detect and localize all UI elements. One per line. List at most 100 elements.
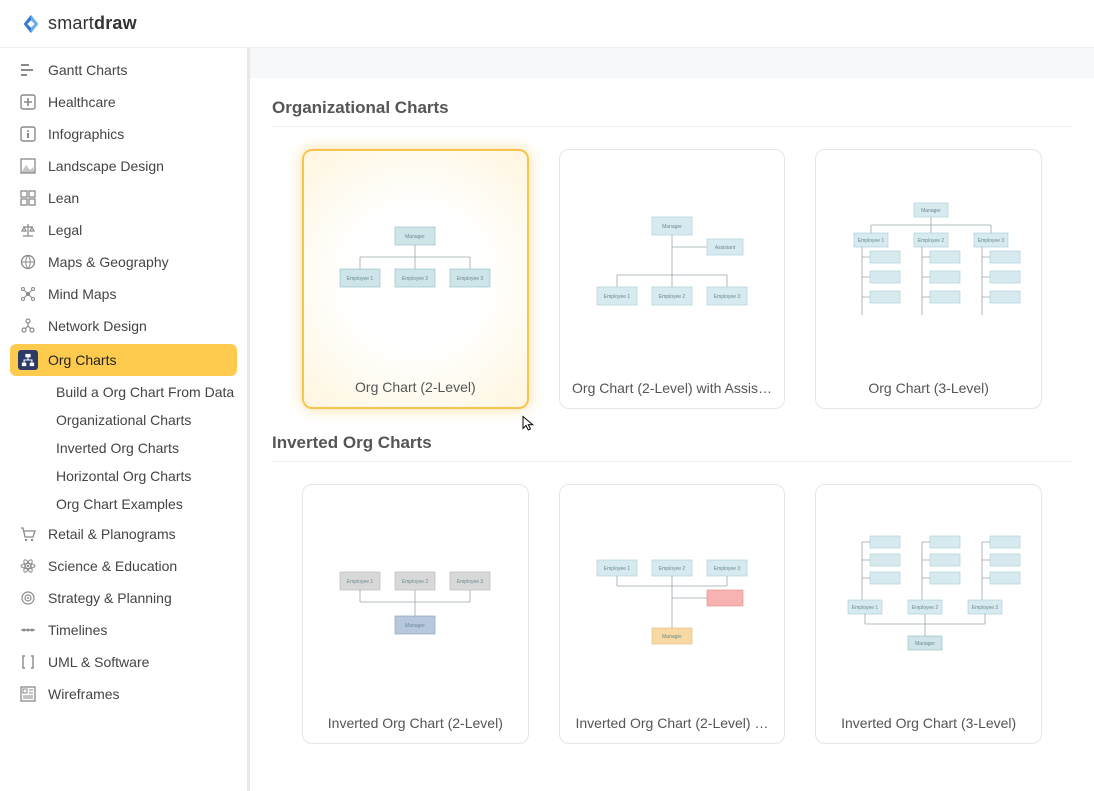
svg-text:Manager: Manager — [405, 234, 425, 240]
sidebar-item-label: Timelines — [48, 622, 107, 638]
info-icon — [18, 124, 38, 144]
sidebar-item-label: Wireframes — [48, 686, 120, 702]
svg-text:Employee 2: Employee 2 — [917, 238, 944, 244]
template-card-org-3-level[interactable]: Manager Employee 1 Employee 2 Employee 3… — [815, 149, 1042, 409]
sidebar-item-label: Strategy & Planning — [48, 590, 172, 606]
template-card-org-2-level[interactable]: Manager Employee 1 Employee 2 Employee 3… — [302, 149, 529, 409]
cart-icon — [18, 524, 38, 544]
svg-text:Employee 2: Employee 2 — [402, 276, 429, 282]
template-thumb: Manager Assistant Employee 1 Employee 2 … — [570, 164, 775, 370]
template-caption: Org Chart (2-Level) with Assis… — [572, 370, 772, 396]
org-icon — [18, 350, 38, 370]
svg-text:Employee 1: Employee 1 — [604, 566, 631, 572]
svg-text:Employee 1: Employee 1 — [347, 579, 374, 585]
sidebar-sub-horizontal-org-charts[interactable]: Horizontal Org Charts — [0, 462, 247, 490]
landscape-icon — [18, 156, 38, 176]
main-content: Organizational Charts Manager Employee 1… — [250, 48, 1094, 791]
section-title: Inverted Org Charts — [272, 433, 1072, 462]
svg-text:Employee 3: Employee 3 — [971, 605, 998, 611]
sidebar-item-label: UML & Software — [48, 654, 149, 670]
sidebar-item-label: Landscape Design — [48, 158, 164, 174]
template-caption: Inverted Org Chart (2-Level) — [328, 705, 503, 731]
brand-logo[interactable]: smartdraw — [20, 13, 137, 35]
sidebar-item-label: Legal — [48, 222, 82, 238]
sidebar-item-label: Network Design — [48, 318, 147, 334]
sidebar-item-mind-maps[interactable]: Mind Maps — [0, 278, 247, 310]
sidebar-item-legal[interactable]: Legal — [0, 214, 247, 246]
svg-text:Employee 2: Employee 2 — [402, 579, 429, 585]
svg-text:Manager: Manager — [915, 641, 935, 647]
sidebar-item-label: Gantt Charts — [48, 62, 127, 78]
svg-text:Manager: Manager — [921, 208, 941, 214]
sidebar-sub-build-from-data[interactable]: Build a Org Chart From Data — [0, 378, 247, 406]
svg-text:Employee 3: Employee 3 — [457, 276, 484, 282]
template-grid: Manager Employee 1 Employee 2 Employee 3… — [272, 149, 1072, 409]
template-grid: Employee 1 Employee 2 Employee 3 Manager… — [272, 484, 1072, 744]
sidebar-item-label: Science & Education — [48, 558, 177, 574]
template-caption: Inverted Org Chart (2-Level) … — [576, 705, 769, 731]
sidebar-item-label: Mind Maps — [48, 286, 116, 302]
template-caption: Inverted Org Chart (3-Level) — [841, 705, 1016, 731]
sidebar-item-label: Lean — [48, 190, 79, 206]
sidebar-sub-inverted-org-charts[interactable]: Inverted Org Charts — [0, 434, 247, 462]
sidebar: Gantt Charts Healthcare Infographics Lan… — [0, 48, 250, 791]
sidebar-item-maps-geography[interactable]: Maps & Geography — [0, 246, 247, 278]
svg-text:Assistant: Assistant — [715, 245, 736, 251]
app-header: smartdraw — [0, 0, 1094, 48]
template-card-inv-org-2-level-assist[interactable]: Employee 1 Employee 2 Employee 3 Manager… — [559, 484, 786, 744]
brand-text: smartdraw — [48, 13, 137, 34]
plus-icon — [18, 92, 38, 112]
mind-icon — [18, 284, 38, 304]
sidebar-item-wireframes[interactable]: Wireframes — [0, 678, 247, 710]
sidebar-item-label: Maps & Geography — [48, 254, 169, 270]
svg-text:Employee 1: Employee 1 — [857, 238, 884, 244]
sidebar-item-uml-software[interactable]: UML & Software — [0, 646, 247, 678]
svg-text:Employee 1: Employee 1 — [851, 605, 878, 611]
template-thumb: Employee 1 Employee 2 Employee 3 Manager — [826, 499, 1031, 705]
sidebar-item-timelines[interactable]: Timelines — [0, 614, 247, 646]
section-inverted-org-charts: Inverted Org Charts Employee 1 Employee … — [250, 433, 1094, 768]
svg-text:Employee 2: Employee 2 — [659, 566, 686, 572]
sidebar-item-infographics[interactable]: Infographics — [0, 118, 247, 150]
template-thumb: Employee 1 Employee 2 Employee 3 Manager — [313, 499, 518, 705]
sidebar-item-strategy-planning[interactable]: Strategy & Planning — [0, 582, 247, 614]
template-thumb: Employee 1 Employee 2 Employee 3 Manager — [570, 499, 775, 705]
gantt-icon — [18, 60, 38, 80]
template-caption: Org Chart (3-Level) — [868, 370, 989, 396]
sidebar-item-org-charts[interactable]: Org Charts — [10, 344, 237, 376]
network-icon — [18, 316, 38, 336]
template-card-inv-org-2-level[interactable]: Employee 1 Employee 2 Employee 3 Manager… — [302, 484, 529, 744]
template-thumb: Manager Employee 1 Employee 2 Employee 3 — [826, 164, 1031, 370]
svg-text:Employee 2: Employee 2 — [911, 605, 938, 611]
sidebar-item-healthcare[interactable]: Healthcare — [0, 86, 247, 118]
sidebar-item-label: Infographics — [48, 126, 124, 142]
target-icon — [18, 588, 38, 608]
svg-text:Manager: Manager — [662, 634, 682, 640]
svg-text:Manager: Manager — [405, 623, 425, 629]
sidebar-item-lean[interactable]: Lean — [0, 182, 247, 214]
svg-text:Employee 3: Employee 3 — [457, 579, 484, 585]
sidebar-item-label: Retail & Planograms — [48, 526, 176, 542]
svg-text:Employee 2: Employee 2 — [659, 294, 686, 300]
sidebar-item-label: Org Charts — [48, 352, 116, 368]
wireframe-icon — [18, 684, 38, 704]
svg-text:Employee 1: Employee 1 — [347, 276, 374, 282]
template-card-org-2-level-assist[interactable]: Manager Assistant Employee 1 Employee 2 … — [559, 149, 786, 409]
svg-text:Employee 3: Employee 3 — [714, 566, 741, 572]
globe-icon — [18, 252, 38, 272]
scale-icon — [18, 220, 38, 240]
sidebar-item-science-education[interactable]: Science & Education — [0, 550, 247, 582]
sidebar-item-retail-planograms[interactable]: Retail & Planograms — [0, 518, 247, 550]
template-caption: Org Chart (2-Level) — [355, 369, 476, 395]
section-title: Organizational Charts — [272, 98, 1072, 127]
grid-icon — [18, 188, 38, 208]
template-card-inv-org-3-level[interactable]: Employee 1 Employee 2 Employee 3 Manager… — [815, 484, 1042, 744]
sidebar-item-label: Healthcare — [48, 94, 116, 110]
sidebar-item-landscape-design[interactable]: Landscape Design — [0, 150, 247, 182]
sidebar-sub-org-chart-examples[interactable]: Org Chart Examples — [0, 490, 247, 518]
sidebar-sub-organizational-charts[interactable]: Organizational Charts — [0, 406, 247, 434]
sidebar-item-gantt-charts[interactable]: Gantt Charts — [0, 54, 247, 86]
top-spacer — [250, 48, 1094, 78]
template-thumb: Manager Employee 1 Employee 2 Employee 3 — [314, 165, 517, 369]
sidebar-item-network-design[interactable]: Network Design — [0, 310, 247, 342]
